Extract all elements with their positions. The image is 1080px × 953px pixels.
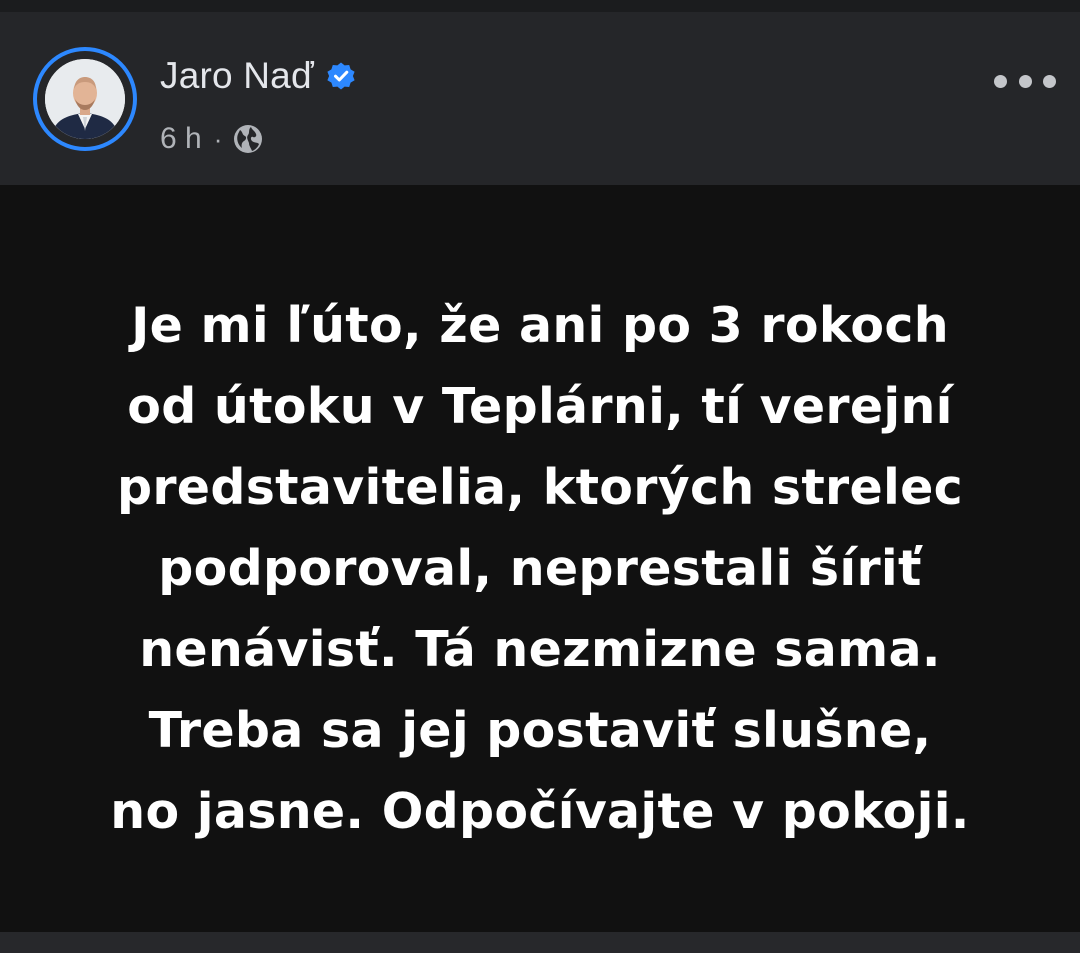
post-text-line: predstavitelia, ktorých strelec bbox=[116, 459, 964, 516]
more-dot-icon bbox=[1043, 74, 1056, 88]
post-timestamp[interactable]: 6 h bbox=[160, 122, 202, 156]
post-text: Je mi ľúto, že ani po 3 rokoch od útoku … bbox=[40, 285, 1040, 852]
post-text-line: podporoval, neprestali šíriť bbox=[158, 540, 922, 597]
more-options-button[interactable] bbox=[994, 70, 1056, 92]
post-text-line: Treba sa jej postaviť slušne, bbox=[148, 702, 932, 759]
more-dot-icon bbox=[1018, 74, 1032, 88]
author-name[interactable]: Jaro Naď bbox=[160, 55, 314, 97]
post-text-line: nenávisť. Tá nezmizne sama. bbox=[139, 621, 941, 678]
bottom-divider bbox=[0, 932, 1080, 953]
avatar-photo bbox=[45, 59, 125, 139]
author-row: Jaro Naď bbox=[160, 52, 356, 100]
top-divider bbox=[0, 0, 1080, 12]
post-text-line: no jasne. Odpočívajte v pokoji. bbox=[110, 783, 970, 840]
more-dot-icon bbox=[994, 74, 1007, 88]
post-image-card[interactable]: Je mi ľúto, že ani po 3 rokoch od útoku … bbox=[0, 185, 1080, 932]
post-text-line: Je mi ľúto, že ani po 3 rokoch bbox=[131, 297, 949, 354]
globe-icon[interactable] bbox=[232, 123, 264, 155]
post-meta: 6 h · bbox=[160, 118, 264, 160]
avatar-story-ring[interactable] bbox=[33, 47, 137, 151]
verified-badge-icon bbox=[326, 61, 356, 91]
avatar[interactable] bbox=[45, 59, 125, 139]
post-header: Jaro Naď 6 h · bbox=[0, 12, 1080, 185]
meta-separator: · bbox=[213, 123, 223, 154]
post-text-line: od útoku v Teplárni, tí verejní bbox=[127, 378, 953, 435]
